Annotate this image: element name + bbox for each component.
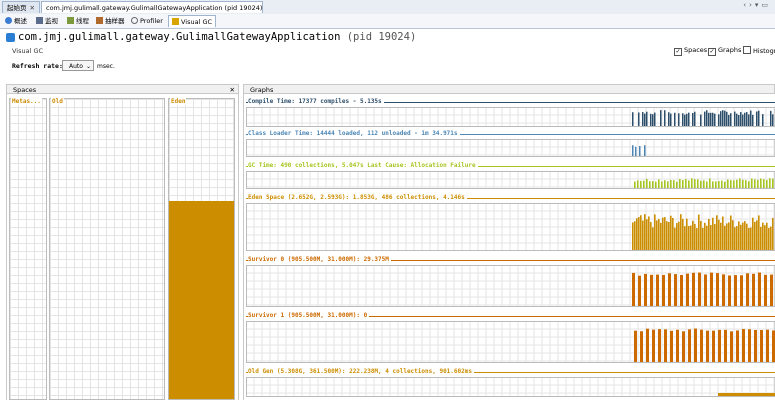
eden-column: [168, 98, 235, 400]
app-pid: (pid 19024): [346, 31, 417, 43]
tab-monitor[interactable]: 监视: [33, 15, 61, 27]
tab-start-page[interactable]: 起始页 ✕: [2, 1, 40, 13]
graph-plot: [246, 321, 775, 363]
monitor-icon: [36, 17, 43, 24]
checkbox-checked-icon[interactable]: ✓: [708, 48, 716, 56]
refresh-rate-select[interactable]: Auto ⌄: [62, 60, 94, 71]
graph-plot: [246, 139, 775, 157]
sampler-icon: [96, 17, 103, 24]
tab-overview[interactable]: 概述: [2, 15, 30, 27]
tab-application[interactable]: com.jmj.gulimall.gateway.GulimallGateway…: [41, 1, 263, 13]
refresh-rate-label: Refresh rate:: [12, 62, 63, 70]
profiler-icon: [131, 17, 138, 24]
graph-plot: [246, 171, 775, 189]
tab-visual-gc[interactable]: Visual GC: [168, 15, 217, 27]
graph-title: Class Loader Time: 14444 loaded, 112 unl…: [248, 130, 460, 137]
checkbox-label: Spaces: [684, 46, 708, 54]
tab-threads[interactable]: 线程: [64, 15, 92, 27]
refresh-rate-unit: msec.: [97, 63, 115, 70]
graph-title: Survivor 0 (905.500M, 31.000M): 29.375M: [248, 256, 391, 263]
graph-title: Compile Time: 17377 compiles - 5.135s: [248, 98, 384, 105]
app-name: com.jmj.gulimall.gateway.GulimallGateway…: [18, 31, 341, 43]
threads-icon: [67, 17, 74, 24]
checkbox-checked-icon[interactable]: ✓: [674, 48, 682, 56]
graph-title: Survivor 1 (905.500M, 31.000M): 0: [248, 312, 370, 319]
graph-title: Eden Space (2.652G, 2.593G): 1.853G, 486…: [248, 194, 467, 201]
tab-label: 抽样器: [105, 17, 125, 25]
spaces-panel-header: Spaces ✕: [6, 84, 239, 94]
graph-plot: [246, 377, 775, 397]
metaspace-column: [9, 98, 47, 400]
tab-sampler[interactable]: 抽样器: [93, 15, 128, 27]
metaspace-label: Metas...: [11, 98, 42, 105]
checkbox-label: Graphs: [718, 46, 742, 54]
checkbox-graphs[interactable]: ✓ Graphs: [708, 46, 741, 56]
graph-title: Old Gen (5.308G, 361.500M): 222.238M, 4 …: [248, 368, 474, 375]
view-tabbar: 概述 监视 线程 抽样器 Profiler Visual GC: [0, 14, 775, 29]
tab-label: Visual GC: [181, 18, 213, 26]
chevron-down-icon: ⌄: [85, 63, 91, 70]
graph-plot: [246, 107, 775, 127]
tab-label: com.jmj.gulimall.gateway.GulimallGateway…: [46, 4, 263, 12]
tab-label: Profiler: [140, 17, 163, 25]
old-gen-column: [49, 98, 165, 400]
tab-label: 线程: [76, 17, 89, 25]
graphs-panel-header: Graphs: [243, 84, 775, 94]
tab-label: 概述: [14, 17, 27, 25]
eden-label: Eden: [170, 98, 187, 105]
checkbox-histogram[interactable]: Histogram: [743, 46, 775, 55]
application-icon: [6, 33, 15, 42]
checkbox-label: Histogram: [753, 47, 775, 55]
section-label: Visual GC: [12, 47, 44, 55]
visualgc-icon: [172, 18, 179, 25]
tab-label: 起始页: [7, 4, 27, 12]
close-icon[interactable]: ✕: [30, 2, 35, 13]
graph-plot: [246, 265, 775, 307]
spaces-panel-title: Spaces: [13, 86, 37, 94]
refresh-rate-value: Auto: [69, 63, 83, 70]
tab-nav-arrows[interactable]: ‹›▾▭: [743, 1, 771, 9]
tab-profiler[interactable]: Profiler: [128, 15, 166, 27]
graphs-panel-title: Graphs: [250, 86, 274, 94]
eden-usage-fill: [169, 201, 234, 399]
tab-label: 监视: [45, 17, 58, 25]
old-gen-label: Old: [51, 98, 64, 105]
checkbox-spaces[interactable]: ✓ Spaces: [674, 46, 707, 56]
info-icon: [5, 17, 12, 24]
page-title: com.jmj.gulimall.gateway.GulimallGateway…: [18, 31, 416, 43]
graph-plot: [246, 203, 775, 251]
checkbox-unchecked-icon[interactable]: [743, 46, 751, 54]
graph-title: GC Time: 490 collections, 5.047s Last Ca…: [248, 162, 478, 169]
document-tabbar: 起始页 ✕ com.jmj.gulimall.gateway.GulimallGa…: [0, 0, 775, 15]
